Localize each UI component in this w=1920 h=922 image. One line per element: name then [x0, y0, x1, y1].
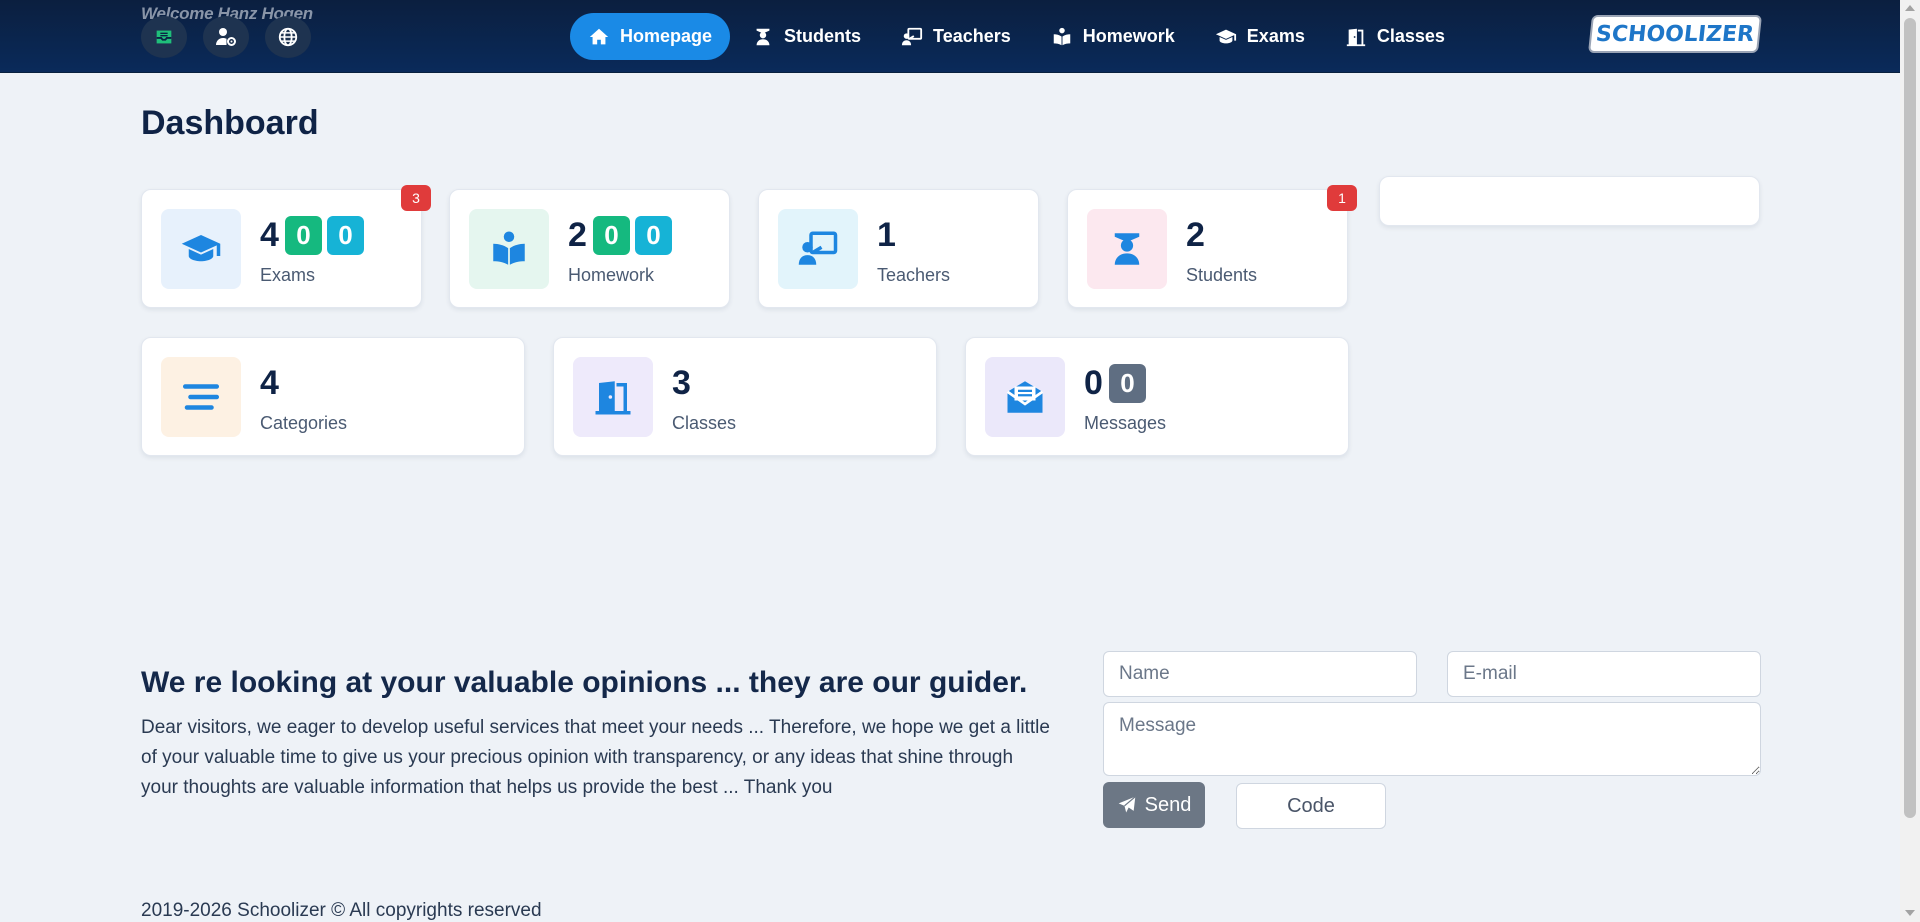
exams-counts: 4 0 0 — [260, 216, 364, 255]
messages-count: 0 — [1084, 364, 1103, 402]
nav-homepage[interactable]: Homepage — [570, 13, 731, 60]
students-count: 2 — [1186, 216, 1205, 254]
messages-label: Messages — [1084, 413, 1167, 433]
email-input[interactable] — [1447, 651, 1761, 697]
messages-card[interactable]: 0 0 Messages — [965, 337, 1349, 456]
categories-card[interactable]: 4 Categories — [141, 337, 525, 456]
exams-card[interactable]: 4 0 0 Exams 3 — [141, 185, 431, 308]
door-icon — [595, 381, 631, 415]
vertical-scrollbar[interactable] — [1900, 0, 1920, 922]
send-button[interactable]: Send — [1103, 782, 1205, 828]
name-input[interactable] — [1103, 651, 1417, 697]
homework-count: 2 — [568, 216, 587, 254]
inbox-icon — [156, 30, 172, 44]
home-icon — [589, 28, 609, 44]
main-nav: Homepage Students Teachers Homework Exam… — [570, 13, 1467, 60]
categories-label: Categories — [260, 413, 348, 433]
message-textarea[interactable] — [1103, 702, 1761, 776]
students-counts: 2 — [1186, 216, 1206, 255]
homework-icon — [493, 231, 525, 265]
side-panel-card — [1379, 176, 1760, 226]
nav-students-label: Students — [784, 26, 862, 46]
inbox-button[interactable] — [141, 16, 187, 58]
messages-counts: 0 0 — [1084, 364, 1146, 403]
students-notification-badge: 1 — [1327, 185, 1357, 211]
globe-icon — [278, 27, 298, 47]
categories-counts: 4 — [260, 364, 280, 403]
scrollbar-thumb[interactable] — [1904, 18, 1916, 818]
homework-chip-green: 0 — [592, 216, 630, 255]
nav-teachers-label: Teachers — [933, 26, 1011, 46]
exams-notification-badge: 3 — [401, 185, 431, 211]
page-title: Dashboard — [141, 104, 319, 142]
footer-copyright: 2019-2026 Schoolizer © All copyrights re… — [141, 900, 542, 921]
nav-homepage-label: Homepage — [620, 26, 713, 46]
schoolizer-logo[interactable]: SCHOOLIZER — [1588, 15, 1762, 53]
teacher-icon — [901, 27, 923, 45]
student-icon — [1114, 233, 1140, 265]
categories-icon-box — [161, 357, 241, 437]
user-settings-icon — [216, 28, 236, 46]
list-icon — [182, 384, 220, 410]
homework-icon-box — [469, 209, 549, 289]
classes-label: Classes — [672, 413, 737, 433]
teachers-count: 1 — [877, 216, 896, 254]
classes-counts: 3 — [672, 364, 692, 403]
classes-count: 3 — [672, 364, 691, 402]
nav-classes[interactable]: Classes — [1327, 13, 1463, 60]
exams-chip-cyan: 0 — [326, 216, 364, 255]
exams-chip-green: 0 — [284, 216, 322, 255]
teachers-icon-box — [778, 209, 858, 289]
exams-count: 4 — [260, 216, 279, 254]
teacher-icon — [798, 231, 838, 265]
nav-teachers[interactable]: Teachers — [883, 13, 1029, 60]
envelope-icon — [1006, 381, 1044, 413]
messages-chip-gray: 0 — [1108, 364, 1146, 403]
teachers-card[interactable]: 1 Teachers — [758, 189, 1039, 308]
students-label: Students — [1186, 265, 1258, 285]
nav-exams[interactable]: Exams — [1197, 13, 1323, 60]
exams-label: Exams — [260, 265, 316, 285]
messages-icon-box — [985, 357, 1065, 437]
captcha-code: Code — [1236, 783, 1386, 829]
nav-homework[interactable]: Homework — [1033, 13, 1193, 60]
homework-counts: 2 0 0 — [568, 216, 672, 255]
scroll-up-arrow[interactable] — [1905, 5, 1915, 11]
user-settings-button[interactable] — [203, 16, 249, 58]
nav-exams-label: Exams — [1246, 26, 1305, 46]
nav-classes-label: Classes — [1376, 26, 1445, 46]
door-icon — [1346, 28, 1366, 46]
language-button[interactable] — [265, 16, 311, 58]
nav-homework-label: Homework — [1082, 26, 1175, 46]
homework-label: Homework — [568, 265, 655, 285]
students-icon-box — [1087, 209, 1167, 289]
top-navbar: Welcome Hanz Hogen Homepage Students Tea… — [0, 0, 1900, 73]
homework-icon — [1053, 27, 1071, 45]
graduation-cap-icon — [181, 235, 221, 262]
teachers-counts: 1 — [877, 216, 897, 255]
nav-students[interactable]: Students — [734, 13, 879, 60]
classes-icon-box — [573, 357, 653, 437]
feedback-description: Dear visitors, we eager to develop usefu… — [141, 717, 1050, 798]
categories-count: 4 — [260, 364, 279, 402]
logo-text: SCHOOLIZER — [1594, 21, 1756, 47]
classes-card[interactable]: 3 Classes — [553, 337, 937, 456]
homework-card[interactable]: 2 0 0 Homework — [449, 189, 730, 308]
feedback-heading: We re looking at your valuable opinions … — [141, 666, 1028, 699]
exams-icon-box — [161, 209, 241, 289]
send-button-label: Send — [1144, 793, 1192, 816]
students-card[interactable]: 2 Students 1 — [1067, 185, 1357, 308]
homework-chip-cyan: 0 — [634, 216, 672, 255]
teachers-label: Teachers — [877, 265, 951, 285]
paper-plane-icon — [1118, 796, 1136, 813]
graduation-cap-icon — [1215, 29, 1236, 43]
student-icon — [756, 28, 770, 45]
scroll-down-arrow[interactable] — [1905, 910, 1915, 916]
